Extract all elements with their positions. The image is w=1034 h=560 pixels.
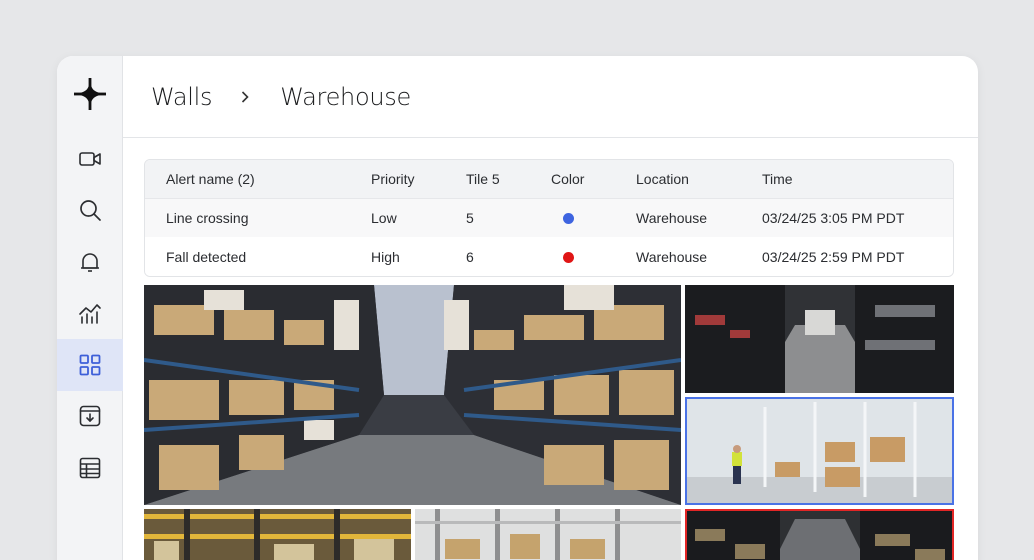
column-header-tile[interactable]: Tile 5 <box>466 160 500 198</box>
sidebar-item-search[interactable] <box>57 184 123 236</box>
chevron-right-icon <box>242 90 249 103</box>
alert-time: 03/24/25 3:05 PM PDT <box>762 210 905 226</box>
alert-priority: Low <box>371 210 397 226</box>
alert-color <box>551 199 585 237</box>
alert-name: Fall detected <box>166 249 247 265</box>
analytics-chart-icon <box>79 304 101 324</box>
table-header: Alert name (2) Priority Tile 5 Color Loc… <box>145 160 953 199</box>
archive-download-icon <box>79 405 101 427</box>
warehouse-worker-image <box>685 397 954 505</box>
alert-tile: 6 <box>466 249 474 265</box>
column-header-time[interactable]: Time <box>762 160 793 198</box>
alerts-table: Alert name (2) Priority Tile 5 Color Loc… <box>144 159 954 277</box>
alert-location: Warehouse <box>636 210 708 226</box>
sidebar-item-reports[interactable] <box>57 442 123 494</box>
table-row[interactable]: Line crossing Low 5 Warehouse 03/24/25 3… <box>145 199 953 237</box>
video-camera-icon <box>79 152 101 166</box>
warehouse-dark-aisle-image <box>685 285 954 393</box>
sidebar-item-archive[interactable] <box>57 390 123 442</box>
column-header-location[interactable]: Location <box>636 160 689 198</box>
camera-feed-3[interactable] <box>685 397 954 505</box>
sidebar <box>57 56 123 560</box>
warehouse-high-racks-image <box>685 509 954 560</box>
camera-feed-1[interactable] <box>144 285 681 505</box>
color-dot <box>562 251 574 263</box>
bell-icon <box>81 253 99 272</box>
warehouse-white-racks-image <box>415 509 681 560</box>
column-header-priority[interactable]: Priority <box>371 160 415 198</box>
alert-priority: High <box>371 249 400 265</box>
logo-icon[interactable] <box>72 76 108 112</box>
main-content: Walls Warehouse Alert name (2) Priority … <box>123 56 978 560</box>
search-icon <box>80 200 101 221</box>
camera-feed-4[interactable] <box>144 509 411 560</box>
sidebar-item-alerts[interactable] <box>57 236 123 288</box>
app-window: Walls Warehouse Alert name (2) Priority … <box>57 56 978 560</box>
table-row[interactable]: Fall detected High 6 Warehouse 03/24/25 … <box>145 238 953 276</box>
alert-time: 03/24/25 2:59 PM PDT <box>762 249 905 265</box>
grid-icon <box>79 354 101 376</box>
alert-name: Line crossing <box>166 210 249 226</box>
camera-feed-6[interactable] <box>685 509 954 560</box>
warehouse-yellow-racks-image <box>144 509 411 560</box>
camera-feed-5[interactable] <box>415 509 681 560</box>
breadcrumb: Walls Warehouse <box>123 56 978 138</box>
camera-feed-2[interactable] <box>685 285 954 393</box>
breadcrumb-parent[interactable]: Walls <box>151 83 213 111</box>
breadcrumb-current: Warehouse <box>280 82 411 111</box>
alert-tile: 5 <box>466 210 474 226</box>
alert-color <box>551 238 585 276</box>
table-icon <box>79 457 101 479</box>
column-header-alert-name[interactable]: Alert name (2) <box>166 160 255 198</box>
sidebar-item-cameras[interactable] <box>57 133 123 185</box>
sidebar-item-walls[interactable] <box>57 339 123 391</box>
column-header-color[interactable]: Color <box>551 160 584 198</box>
sidebar-item-analytics[interactable] <box>57 287 123 339</box>
color-dot <box>562 212 574 224</box>
alert-location: Warehouse <box>636 249 708 265</box>
warehouse-aisle-image <box>144 285 681 505</box>
